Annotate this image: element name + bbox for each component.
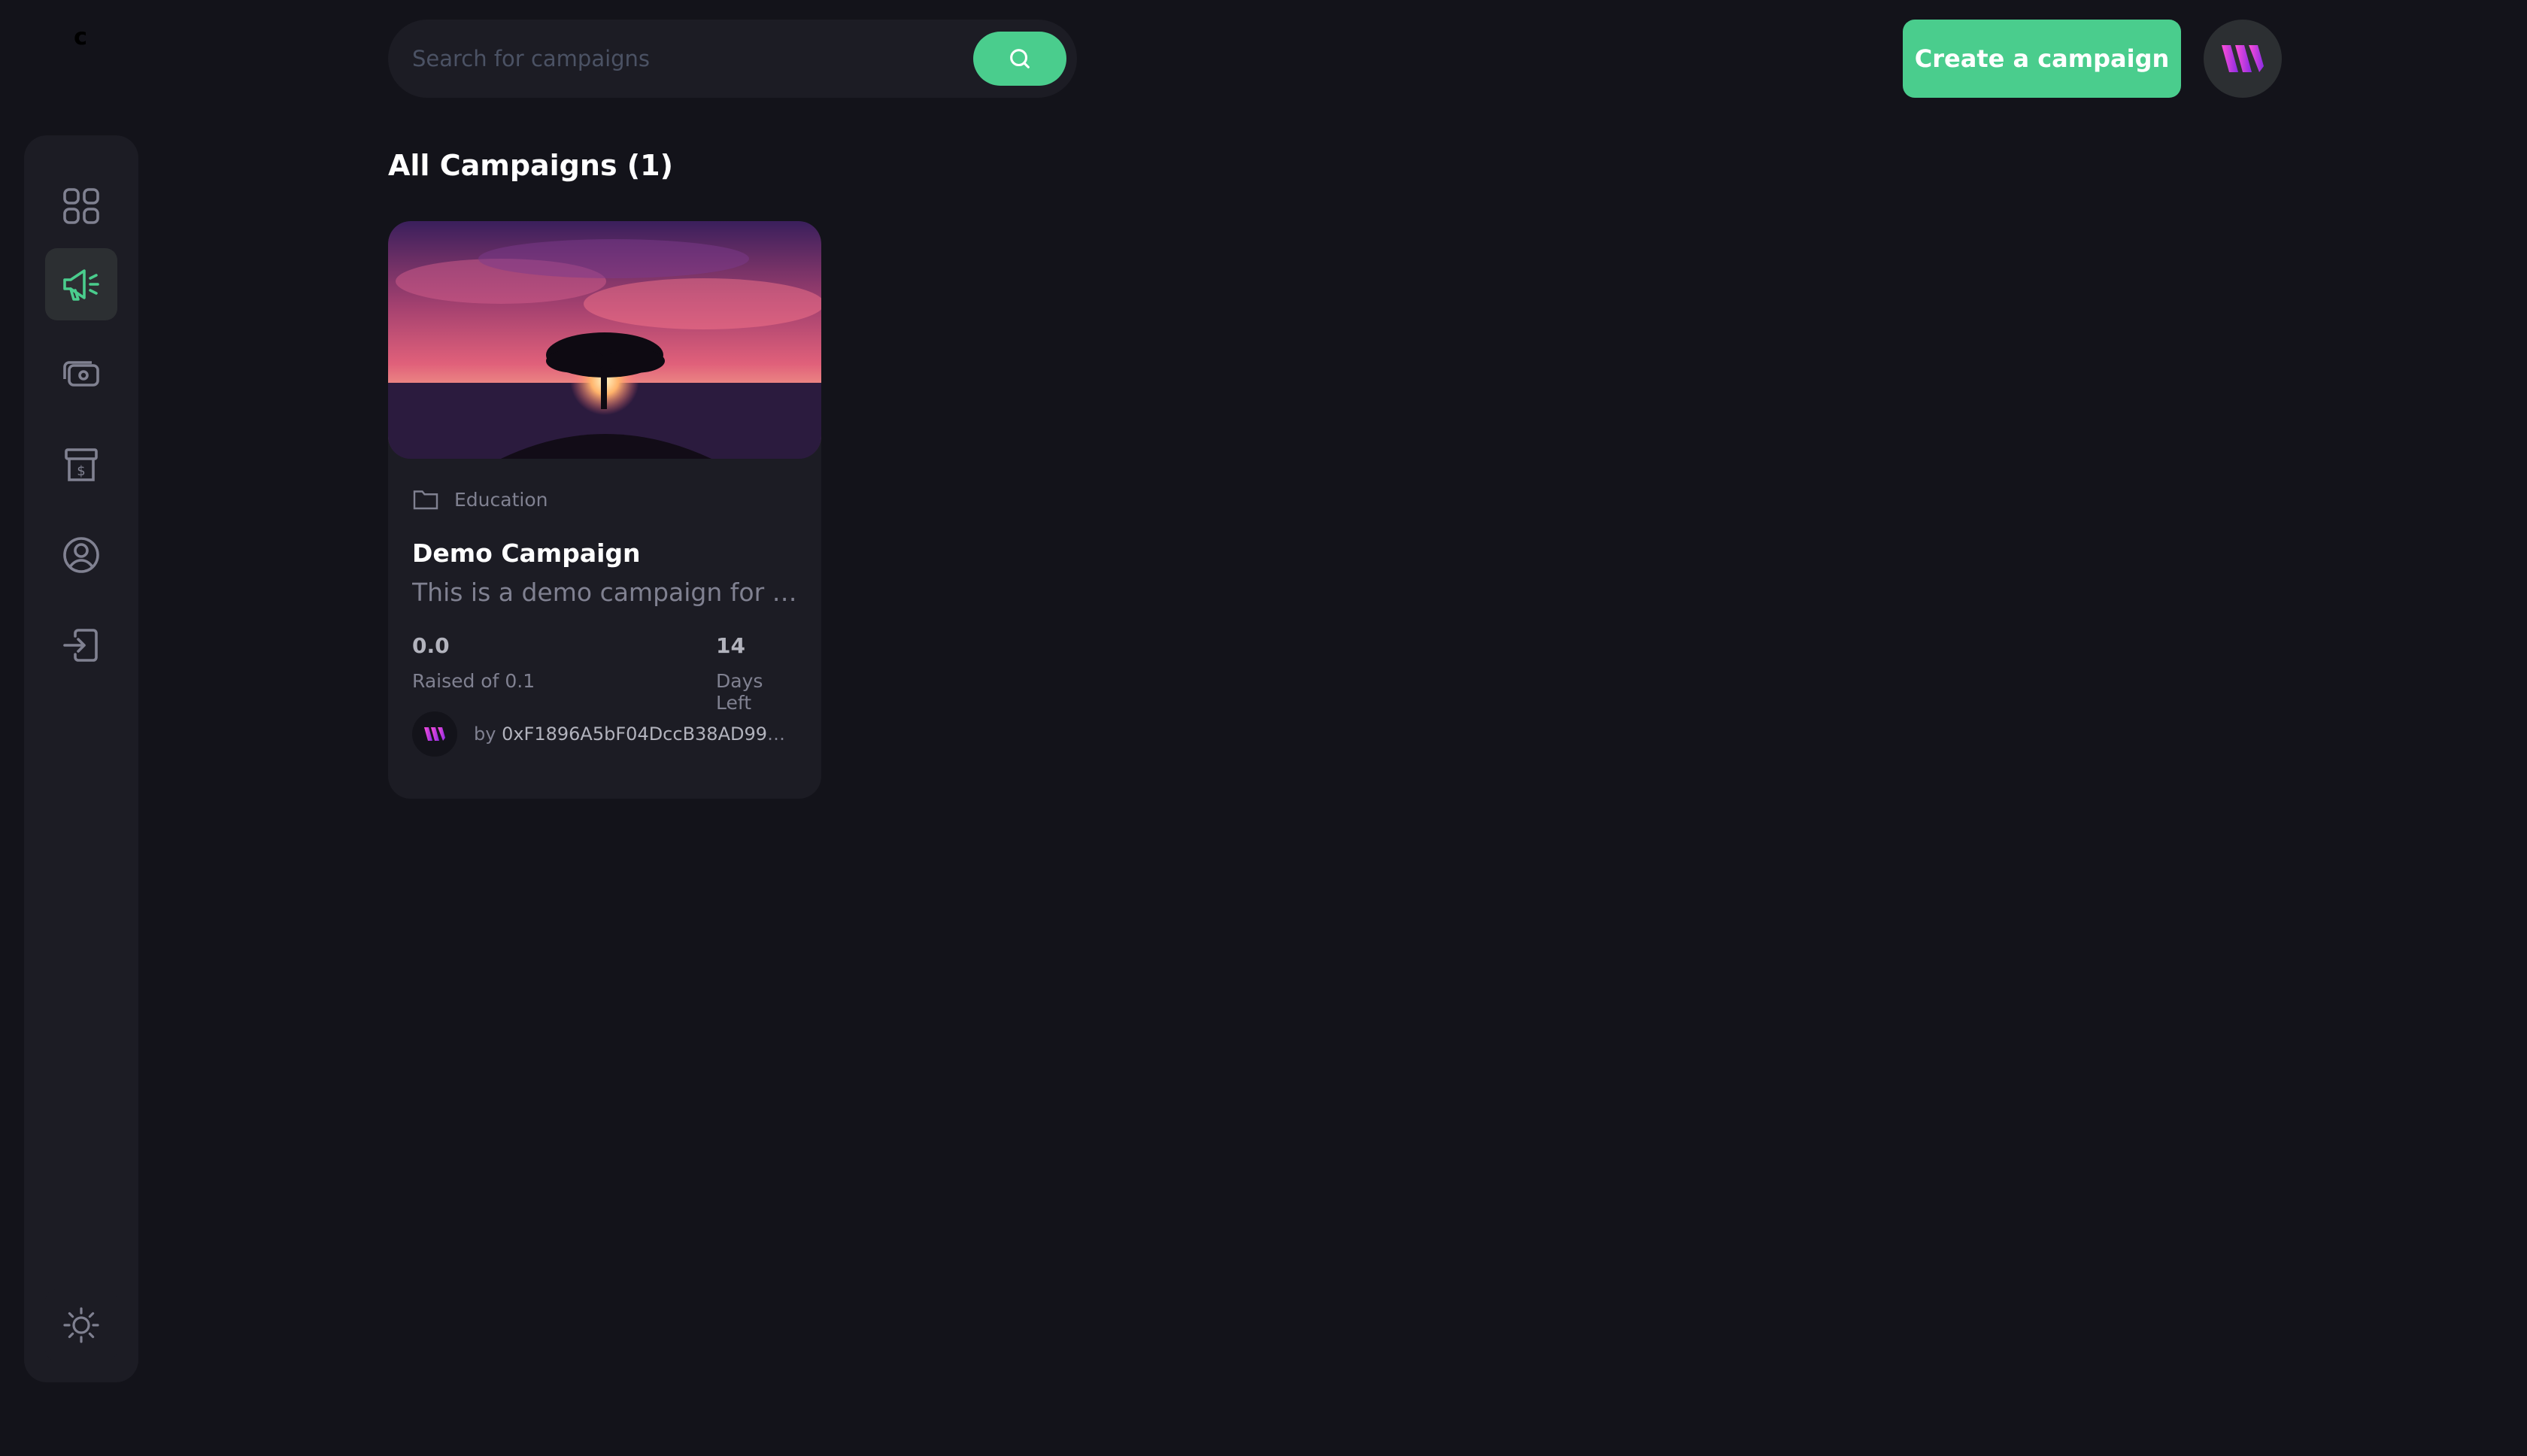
owner-avatar [412, 711, 457, 757]
raised-stat: 0.0 Raised of 0.1 [412, 633, 535, 692]
owner-prefix: by [474, 723, 502, 745]
folder-icon [413, 490, 438, 510]
create-campaign-button[interactable]: Create a campaign [1903, 20, 2181, 98]
svg-text:$: $ [77, 463, 85, 479]
profile-avatar-button[interactable] [2204, 20, 2282, 98]
sidebar-item-withdraw[interactable]: $ [45, 429, 117, 501]
sidebar-item-profile[interactable] [45, 519, 117, 591]
app-root: c $ Search for campaigns Create a campai… [0, 0, 2527, 1456]
search-icon [1010, 49, 1030, 68]
owner-address-value: 0xF1896A5bF04DccB38AD99C90e1 [502, 723, 797, 745]
sidebar-item-campaign[interactable] [45, 248, 117, 320]
campaign-title: Demo Campaign [412, 538, 641, 568]
sidebar-item-dashboard[interactable] [45, 170, 117, 242]
raised-label: Raised of 0.1 [412, 670, 535, 692]
search-input[interactable] [412, 46, 973, 71]
brand-logo-icon [2222, 45, 2264, 72]
brand-logo-icon [424, 727, 445, 741]
sun-icon [63, 1307, 99, 1343]
campaign-card[interactable]: Education Demo Campaign This is a demo c… [388, 221, 821, 799]
campaign-category: Education [412, 487, 548, 511]
days-left-stat: 14 Days Left [716, 633, 797, 714]
dashboard-grid-icon [63, 188, 99, 224]
days-left-label: Days Left [716, 670, 763, 714]
campaign-owner: by 0xF1896A5bF04DccB38AD99C90e1 [412, 711, 797, 757]
category-label: Education [454, 488, 548, 511]
logo-letter: c [74, 23, 87, 50]
raised-value: 0.0 [412, 633, 450, 658]
payment-icon [63, 361, 99, 387]
sidebar-item-payment[interactable] [45, 338, 117, 411]
app-logo[interactable]: c [71, 23, 90, 50]
sidebar: $ [24, 135, 138, 1382]
sidebar-item-logout[interactable] [45, 609, 117, 681]
withdraw-icon: $ [65, 448, 98, 481]
theme-toggle-button[interactable] [45, 1289, 117, 1361]
page-title: All Campaigns (1) [388, 149, 673, 182]
profile-icon [63, 537, 99, 573]
megaphone-icon [63, 269, 99, 301]
search-bar [388, 20, 1077, 98]
search-button[interactable] [973, 32, 1066, 86]
logout-icon [63, 629, 98, 662]
campaign-image [388, 221, 821, 459]
owner-address: by 0xF1896A5bF04DccB38AD99C90e1 [474, 723, 797, 745]
campaign-description-text: This is a demo campaign for the [412, 578, 797, 607]
days-left-value: 14 [716, 633, 745, 658]
campaign-description: This is a demo campaign for the [412, 578, 797, 607]
